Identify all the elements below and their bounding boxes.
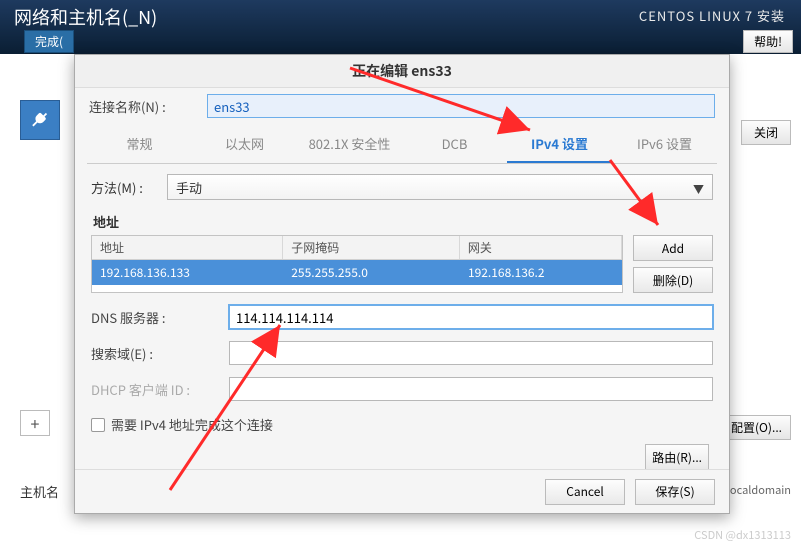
close-button[interactable]: 关闭 bbox=[741, 120, 791, 145]
tab-general[interactable]: 常规 bbox=[87, 126, 192, 163]
tab-8021x[interactable]: 802.1X 安全性 bbox=[297, 126, 402, 163]
tab-ethernet[interactable]: 以太网 bbox=[192, 126, 297, 163]
tab-dcb[interactable]: DCB bbox=[402, 126, 507, 163]
conn-name-input[interactable] bbox=[207, 94, 715, 118]
search-domain-input[interactable] bbox=[229, 341, 713, 365]
method-label: 方法(M) : bbox=[91, 178, 159, 197]
require-ipv4-checkbox[interactable] bbox=[91, 418, 105, 432]
dns-label: DNS 服务器 : bbox=[91, 308, 221, 327]
method-value: 手动 bbox=[176, 178, 202, 197]
method-combo[interactable]: 手动 ▼ bbox=[167, 174, 713, 200]
install-label: CENTOS LINUX 7 安装 bbox=[639, 6, 785, 25]
delete-address-button[interactable]: 删除(D) bbox=[633, 267, 713, 293]
edit-connection-dialog: 正在编辑 ens33 连接名称(N) : 常规 以太网 802.1X 安全性 D… bbox=[74, 54, 730, 514]
hostname-label: 主机名 bbox=[20, 482, 59, 501]
dialog-title: 正在编辑 ens33 bbox=[75, 55, 729, 88]
address-table[interactable]: 地址 子网掩码 网关 192.168.136.133 255.255.255.0… bbox=[91, 235, 623, 293]
routes-button[interactable]: 路由(R)... bbox=[645, 444, 709, 470]
table-row[interactable]: 192.168.136.133 255.255.255.0 192.168.13… bbox=[92, 260, 622, 285]
page-title: 网络和主机名(_N) bbox=[14, 4, 157, 30]
tab-ipv6[interactable]: IPv6 设置 bbox=[612, 126, 717, 163]
require-ipv4-label: 需要 IPv4 地址完成这个连接 bbox=[111, 415, 273, 434]
col-address: 地址 bbox=[92, 236, 283, 259]
tab-bar: 常规 以太网 802.1X 安全性 DCB IPv4 设置 IPv6 设置 bbox=[87, 126, 717, 164]
search-domain-label: 搜索域(E) : bbox=[91, 344, 221, 363]
ethernet-card-icon bbox=[20, 100, 60, 140]
add-address-button[interactable]: Add bbox=[633, 235, 713, 261]
watermark-text: CSDN @dx1313113 bbox=[694, 527, 791, 543]
dhcp-id-label: DHCP 客户端 ID : bbox=[91, 380, 221, 399]
conn-name-label: 连接名称(N) : bbox=[89, 97, 199, 116]
cell-address: 192.168.136.133 bbox=[92, 260, 283, 285]
help-button[interactable]: 帮助! bbox=[743, 30, 793, 53]
cell-mask: 255.255.255.0 bbox=[283, 260, 460, 285]
plug-icon bbox=[21, 101, 59, 139]
configure-button[interactable]: 配置(O)... bbox=[722, 415, 791, 440]
dns-input[interactable] bbox=[229, 305, 713, 329]
add-device-button[interactable]: + bbox=[20, 410, 50, 436]
col-mask: 子网掩码 bbox=[283, 236, 460, 259]
done-button[interactable]: 完成( bbox=[24, 30, 74, 53]
cancel-button[interactable]: Cancel bbox=[545, 479, 625, 505]
cell-gateway: 192.168.136.2 bbox=[460, 260, 622, 285]
address-section-label: 地址 bbox=[93, 212, 713, 231]
chevron-down-icon: ▼ bbox=[693, 181, 704, 197]
col-gateway: 网关 bbox=[460, 236, 622, 259]
dhcp-id-input[interactable] bbox=[229, 377, 713, 401]
save-button[interactable]: 保存(S) bbox=[635, 479, 715, 505]
localdomain-text: t.localdomain bbox=[720, 482, 791, 498]
tab-ipv4[interactable]: IPv4 设置 bbox=[507, 126, 612, 163]
